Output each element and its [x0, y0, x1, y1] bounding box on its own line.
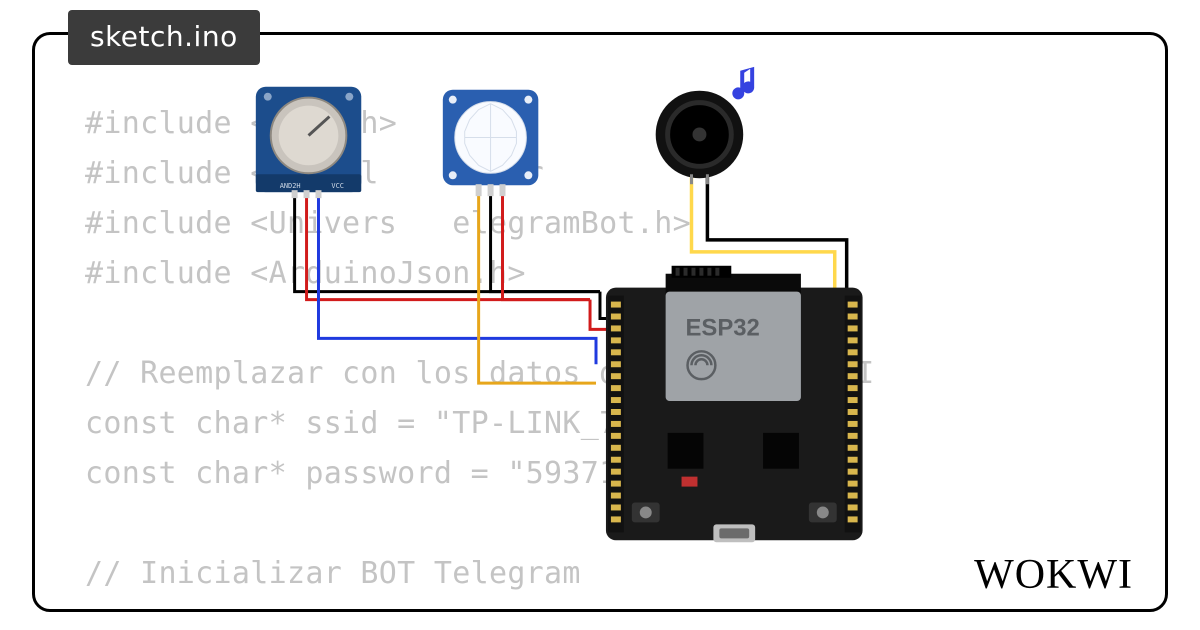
boot-button[interactable]: [809, 503, 837, 523]
gas-sensor-component[interactable]: AND2H VCC: [256, 87, 361, 198]
brand-logo: WOKWI: [974, 551, 1133, 599]
file-tab[interactable]: sketch.ino: [68, 10, 260, 65]
header-right: [845, 296, 861, 533]
buzzer-component[interactable]: [656, 91, 744, 185]
music-note-icon: [732, 67, 754, 99]
wire-gnd: [491, 194, 600, 291]
pir-sensor-component[interactable]: [443, 90, 538, 196]
gas-sensor-label-right: VCC: [331, 182, 344, 190]
wire-vcc: [503, 194, 591, 299]
brand-text: WOKWI: [974, 552, 1133, 598]
tab-filename: sketch.ino: [90, 20, 238, 53]
wire-signal-blue: [318, 195, 596, 364]
usb-port: [713, 524, 755, 542]
wire-gnd: [295, 195, 600, 291]
wire-signal-orange: [479, 194, 596, 383]
chip-label: ESP32: [686, 314, 760, 341]
canvas-frame: #include <WiFi.h> #include <WiFiCl Secur…: [32, 32, 1168, 612]
reset-button[interactable]: [632, 503, 660, 523]
status-led: [682, 477, 698, 487]
esp32-board-component[interactable]: ESP32: [606, 266, 863, 543]
wire-vcc: [307, 195, 590, 299]
header-left: [608, 296, 624, 533]
gas-sensor-label-left: AND2H: [280, 182, 301, 190]
wiring-diagram: AND2H VCC: [35, 35, 1165, 612]
